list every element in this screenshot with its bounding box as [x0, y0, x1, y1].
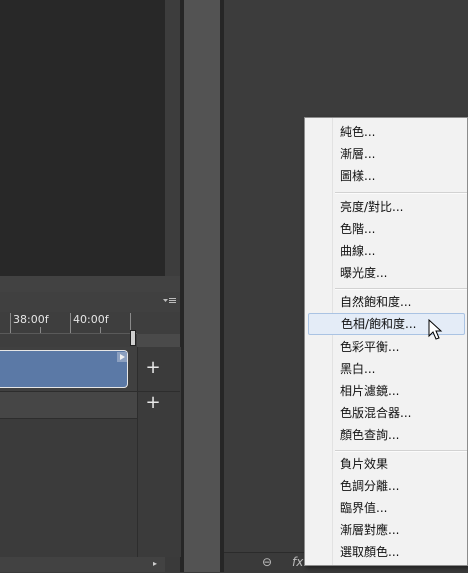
- menu-item-posterize[interactable]: 色調分離...: [305, 475, 467, 497]
- video-clip[interactable]: [0, 350, 128, 388]
- timeline-horizontal-scrollbar[interactable]: [0, 557, 165, 572]
- menu-item-curves[interactable]: 曲線...: [305, 240, 467, 262]
- add-audio-button[interactable]: +: [141, 392, 165, 416]
- add-media-button[interactable]: +: [141, 357, 165, 381]
- menu-item-channel-mixer[interactable]: 色版混合器...: [305, 402, 467, 424]
- menu-item-invert[interactable]: 負片效果: [305, 453, 467, 475]
- menu-item-brightness-contrast[interactable]: 亮度/對比...: [305, 196, 467, 218]
- menu-item-gradient[interactable]: 漸層...: [305, 143, 467, 165]
- work-area-end: [137, 334, 180, 347]
- menu-separator: [335, 192, 467, 194]
- menu-item-pattern[interactable]: 圖樣...: [305, 165, 467, 187]
- ruler-label-40: 40:00f: [73, 313, 109, 326]
- mouse-pointer-icon: [428, 318, 444, 341]
- menu-separator: [335, 450, 467, 452]
- ruler-label-38: 38:00f: [13, 313, 49, 326]
- scroll-right-icon[interactable]: ▸: [153, 558, 163, 570]
- canvas-horizontal-scrollbar[interactable]: [0, 276, 180, 292]
- menu-item-black-white[interactable]: 黑白...: [305, 358, 467, 380]
- ruler-tick: [40, 327, 41, 333]
- menu-item-gradient-map[interactable]: 漸層對應...: [305, 519, 467, 541]
- menu-item-exposure[interactable]: 曝光度...: [305, 262, 467, 284]
- new-adjustment-layer-menu: 純色... 漸層... 圖樣... 亮度/對比... 色階... 曲線... 曝…: [304, 117, 468, 566]
- panel-menu-icon[interactable]: [163, 296, 177, 306]
- menu-item-photo-filter[interactable]: 相片濾鏡...: [305, 380, 467, 402]
- menu-item-color-lookup[interactable]: 顏色查詢...: [305, 424, 467, 446]
- ruler-baseline: [0, 333, 137, 334]
- ruler-tick: [100, 327, 101, 333]
- fx-button[interactable]: fx: [292, 555, 303, 569]
- menu-item-solid-color[interactable]: 純色...: [305, 121, 467, 143]
- playhead-handle[interactable]: [130, 330, 136, 346]
- ruler-tick: [70, 313, 71, 333]
- timeline-panel-header: [0, 292, 180, 313]
- menu-item-selective-color[interactable]: 選取顏色...: [305, 541, 467, 563]
- collapsed-panel-dock: [184, 0, 220, 572]
- menu-item-vibrance[interactable]: 自然飽和度...: [305, 291, 467, 313]
- menu-item-levels[interactable]: 色階...: [305, 218, 467, 240]
- canvas-vertical-scrollbar[interactable]: [165, 0, 180, 276]
- audio-track: [0, 392, 137, 419]
- menu-item-threshold[interactable]: 臨界值...: [305, 497, 467, 519]
- link-layers-icon[interactable]: ⊖: [262, 555, 272, 569]
- menu-separator: [335, 288, 467, 290]
- document-canvas[interactable]: [0, 0, 165, 276]
- clip-transition-arrow-icon[interactable]: [117, 352, 127, 362]
- ruler-tick: [10, 313, 11, 333]
